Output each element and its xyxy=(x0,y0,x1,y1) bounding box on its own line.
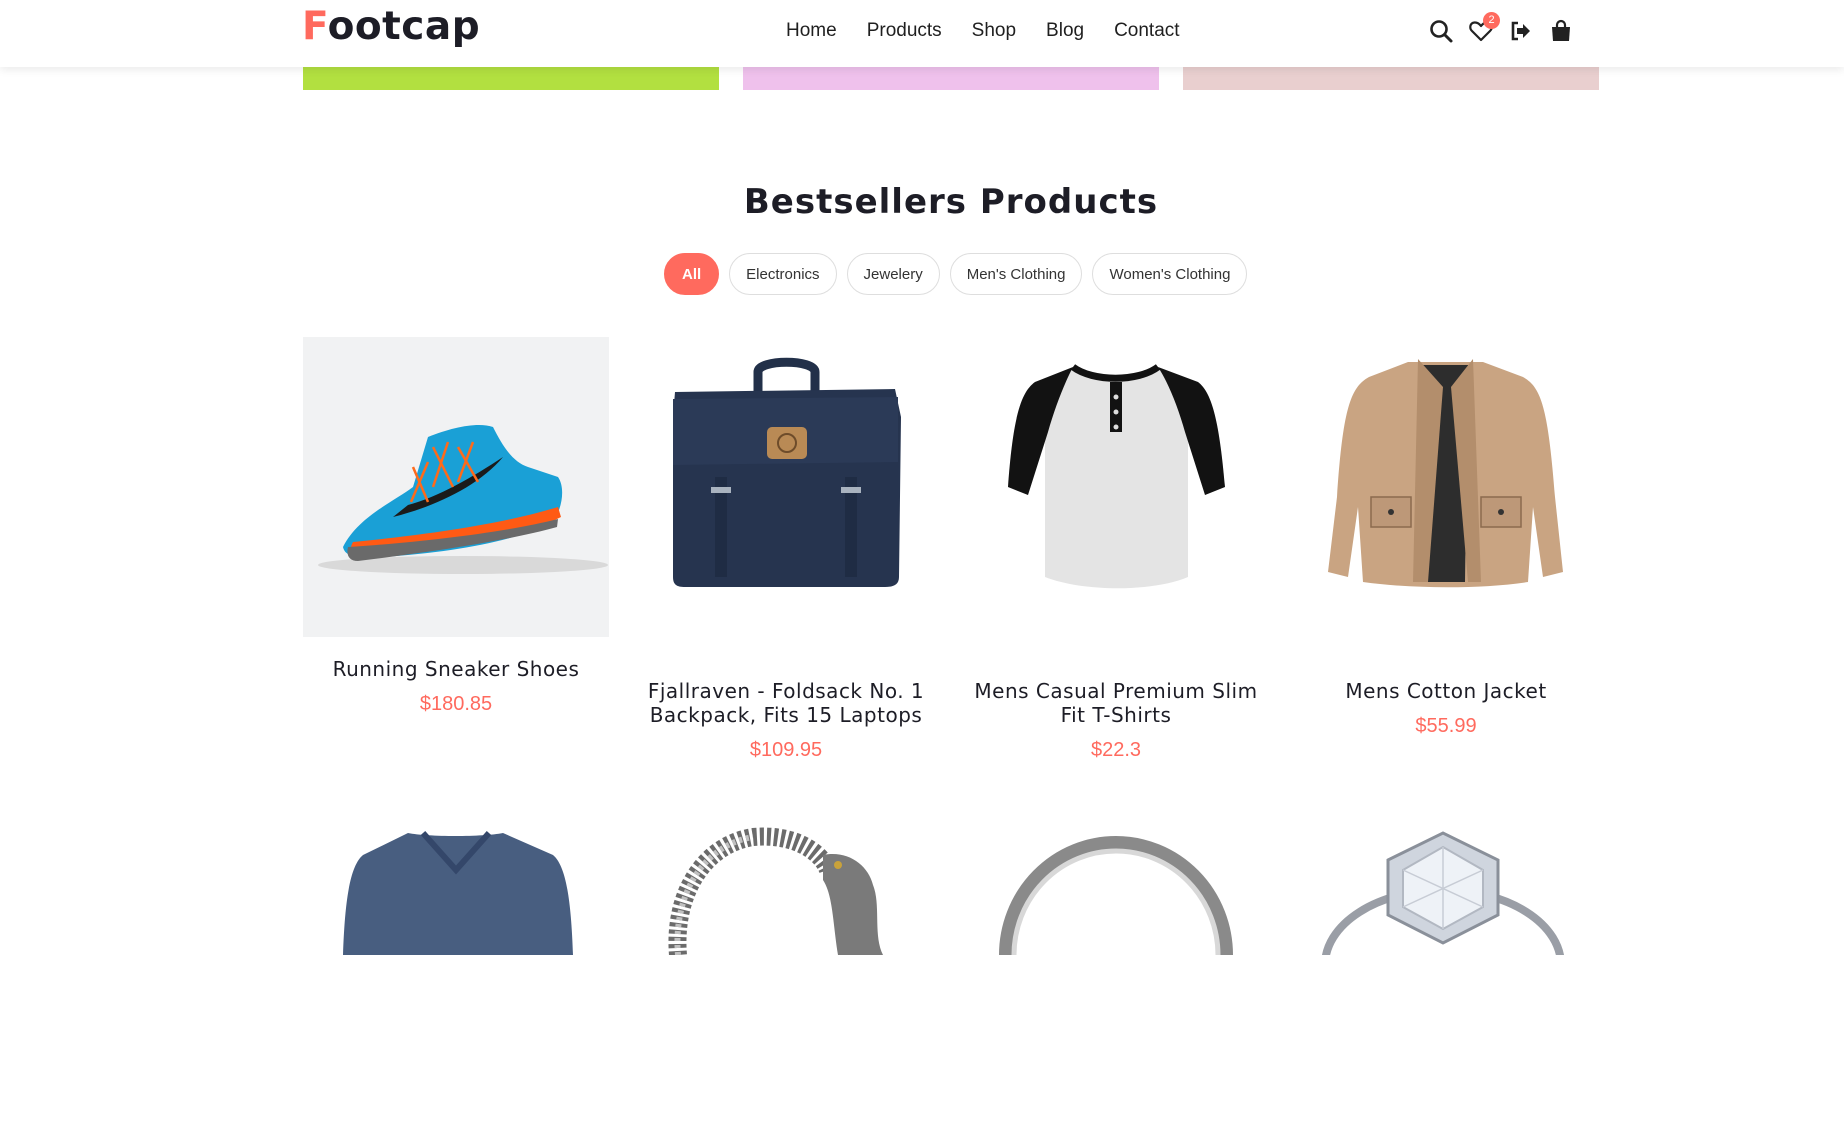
product-price: $22.3 xyxy=(1090,739,1142,761)
brand-logo[interactable]: Footcap xyxy=(302,4,480,49)
product-card[interactable] xyxy=(633,825,939,1125)
product-name[interactable]: Running Sneaker Shoes xyxy=(303,657,609,681)
section-title: Bestsellers Products xyxy=(743,182,1159,222)
henley-tshirt-image[interactable] xyxy=(963,337,1269,637)
nav-blog[interactable]: Blog xyxy=(1046,20,1084,42)
vneck-sweater-image[interactable] xyxy=(303,825,609,1125)
nav-products[interactable]: Products xyxy=(867,20,942,42)
jacket-image[interactable] xyxy=(1293,337,1599,637)
product-card[interactable] xyxy=(303,825,609,1125)
filter-all[interactable]: All xyxy=(664,253,720,295)
category-filters: All Electronics Jewelery Men's Clothing … xyxy=(664,253,1257,295)
filter-jewelery[interactable]: Jewelery xyxy=(846,253,940,295)
product-card[interactable] xyxy=(1293,825,1599,1125)
sign-in-icon[interactable] xyxy=(1508,18,1534,44)
product-name[interactable]: Mens Casual Premium Slim Fit T-Shirts xyxy=(963,679,1269,727)
product-card[interactable] xyxy=(963,825,1269,1125)
product-card[interactable]: Fjallraven - Foldsack No. 1 Backpack, Fi… xyxy=(633,337,939,762)
silver-ring-image[interactable] xyxy=(963,825,1269,1125)
heart-icon[interactable]: 2 xyxy=(1468,12,1500,44)
product-card[interactable]: Running Sneaker Shoes $180.85 xyxy=(303,337,609,716)
logo-rest: ootcap xyxy=(327,4,481,49)
shopping-bag-icon[interactable] xyxy=(1548,18,1574,44)
product-card[interactable]: Mens Cotton Jacket $55.99 xyxy=(1293,337,1599,738)
nav-contact[interactable]: Contact xyxy=(1114,20,1179,42)
product-card[interactable]: Mens Casual Premium Slim Fit T-Shirts $2… xyxy=(963,337,1269,762)
sneaker-image[interactable] xyxy=(303,337,609,637)
header-actions: 2 xyxy=(1428,12,1588,44)
category-banner-strip-3 xyxy=(1183,67,1599,90)
search-icon[interactable] xyxy=(1428,18,1454,44)
site-header: Footcap Home Products Shop Blog Contact … xyxy=(0,0,1844,67)
wishlist-count-badge: 2 xyxy=(1483,12,1500,29)
product-price: $109.95 xyxy=(749,739,823,761)
product-name[interactable]: Fjallraven - Foldsack No. 1 Backpack, Fi… xyxy=(633,679,939,727)
logo-first-letter: F xyxy=(302,4,328,49)
product-name[interactable]: Mens Cotton Jacket xyxy=(1293,679,1599,703)
main-nav: Home Products Shop Blog Contact xyxy=(786,20,1210,42)
category-banner-strip-2 xyxy=(743,67,1159,90)
dragon-bracelet-image[interactable] xyxy=(633,825,939,1125)
backpack-image[interactable] xyxy=(633,337,939,637)
product-price: $180.85 xyxy=(419,693,493,715)
diamond-ring-image[interactable] xyxy=(1293,825,1599,1125)
nav-home[interactable]: Home xyxy=(786,20,837,42)
filter-electronics[interactable]: Electronics xyxy=(729,253,837,295)
product-price: $55.99 xyxy=(1415,715,1477,737)
category-banner-strip-1 xyxy=(303,67,719,90)
filter-mens-clothing[interactable]: Men's Clothing xyxy=(949,253,1083,295)
filter-womens-clothing[interactable]: Women's Clothing xyxy=(1092,253,1248,295)
nav-shop[interactable]: Shop xyxy=(972,20,1016,42)
